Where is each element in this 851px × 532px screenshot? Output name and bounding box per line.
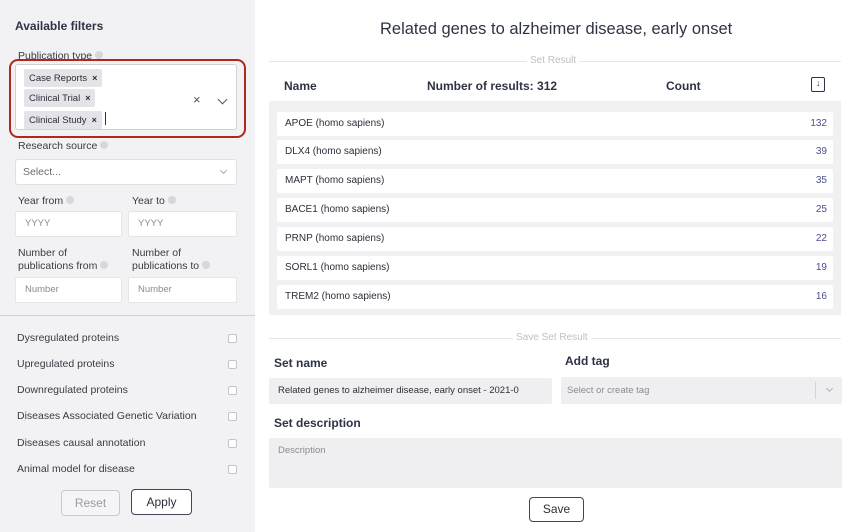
filters-sidebar: Available filters Publication type Case … <box>0 0 255 532</box>
reset-button[interactable]: Reset <box>61 490 120 516</box>
page-title: Related genes to alzheimer disease, earl… <box>380 20 733 38</box>
add-tag-select[interactable]: Select or create tag <box>561 377 842 404</box>
name-column-header: Name <box>284 79 317 93</box>
list-item[interactable]: PRNP (homo sapiens) 22 <box>277 227 833 251</box>
set-name-label: Set name <box>274 356 328 370</box>
checkbox[interactable] <box>228 334 237 343</box>
checkbox-dysregulated-proteins[interactable]: Dysregulated proteins <box>17 332 239 346</box>
set-description-label: Set description <box>274 416 361 430</box>
filters-title: Available filters <box>15 19 104 33</box>
pubs-from-input[interactable]: Number <box>15 277 122 303</box>
list-item[interactable]: SORL1 (homo sapiens) 19 <box>277 256 833 280</box>
year-from-label: Year from <box>18 195 75 208</box>
checkbox[interactable] <box>228 386 237 395</box>
list-item[interactable]: BACE1 (homo sapiens) 25 <box>277 198 833 222</box>
chevron-down-icon <box>219 166 228 175</box>
checkbox-genetic-variation[interactable]: Diseases Associated Genetic Variation <box>17 410 239 424</box>
checkbox-upregulated-proteins[interactable]: Upregulated proteins <box>17 358 239 372</box>
checkbox-downregulated-proteins[interactable]: Downregulated proteins <box>17 384 239 398</box>
info-icon <box>202 261 211 270</box>
list-item[interactable]: DLX4 (homo sapiens) 39 <box>277 140 833 164</box>
sidebar-divider <box>0 315 255 316</box>
checkbox[interactable] <box>228 412 237 421</box>
set-name-input[interactable]: Related genes to alzheimer disease, earl… <box>269 378 552 404</box>
year-from-input[interactable]: YYYY <box>15 211 122 237</box>
checkbox[interactable] <box>228 465 237 474</box>
count-column-header: Count <box>666 79 701 93</box>
research-source-label: Research source <box>18 140 109 153</box>
list-item[interactable]: APOE (homo sapiens) 132 <box>277 112 833 136</box>
info-icon <box>100 141 109 150</box>
results-count-header: Number of results: 312 <box>427 79 558 93</box>
download-icon[interactable]: ↓ <box>811 77 825 92</box>
checkbox[interactable] <box>228 360 237 369</box>
year-to-label: Year to <box>132 195 176 208</box>
pubs-from-label: Number of publications from <box>18 247 109 273</box>
year-to-input[interactable]: YYYY <box>128 211 237 237</box>
list-item[interactable]: TREM2 (homo sapiens) 16 <box>277 285 833 309</box>
save-set-result-label: Save Set Result <box>513 332 591 343</box>
highlight-outline <box>9 59 246 138</box>
select-separator <box>815 382 816 399</box>
set-result-label: Set Result <box>527 55 580 66</box>
apply-button[interactable]: Apply <box>131 489 192 515</box>
pubs-to-input[interactable]: Number <box>128 277 237 303</box>
pubs-to-label: Number of publications to <box>132 247 211 273</box>
chevron-down-icon <box>825 384 834 393</box>
research-source-select[interactable]: Select... <box>15 159 237 185</box>
checkbox[interactable] <box>228 439 237 448</box>
add-tag-label: Add tag <box>565 354 610 368</box>
info-icon <box>167 196 176 205</box>
info-icon <box>66 196 75 205</box>
info-icon <box>100 261 109 270</box>
set-description-textarea[interactable]: Description <box>269 438 842 488</box>
save-button[interactable]: Save <box>529 497 584 522</box>
checkbox-causal-annotation[interactable]: Diseases causal annotation <box>17 437 239 451</box>
list-item[interactable]: MAPT (homo sapiens) 35 <box>277 169 833 193</box>
checkbox-animal-model[interactable]: Animal model for disease <box>17 463 239 477</box>
